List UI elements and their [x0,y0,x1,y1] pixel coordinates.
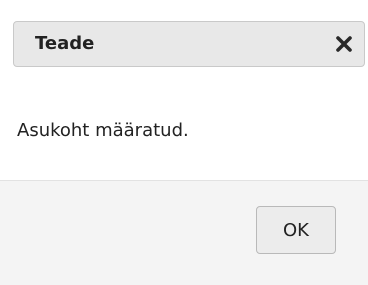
dialog-titlebar[interactable]: Teade [13,21,365,67]
dialog-title: Teade [35,33,95,54]
close-icon[interactable] [334,34,354,54]
dialog: Teade Asukoht määratud. OK [0,0,368,285]
ok-button[interactable]: OK [256,206,336,254]
dialog-button-pane: OK [0,180,368,285]
dialog-message: Asukoht määratud. [17,120,189,141]
